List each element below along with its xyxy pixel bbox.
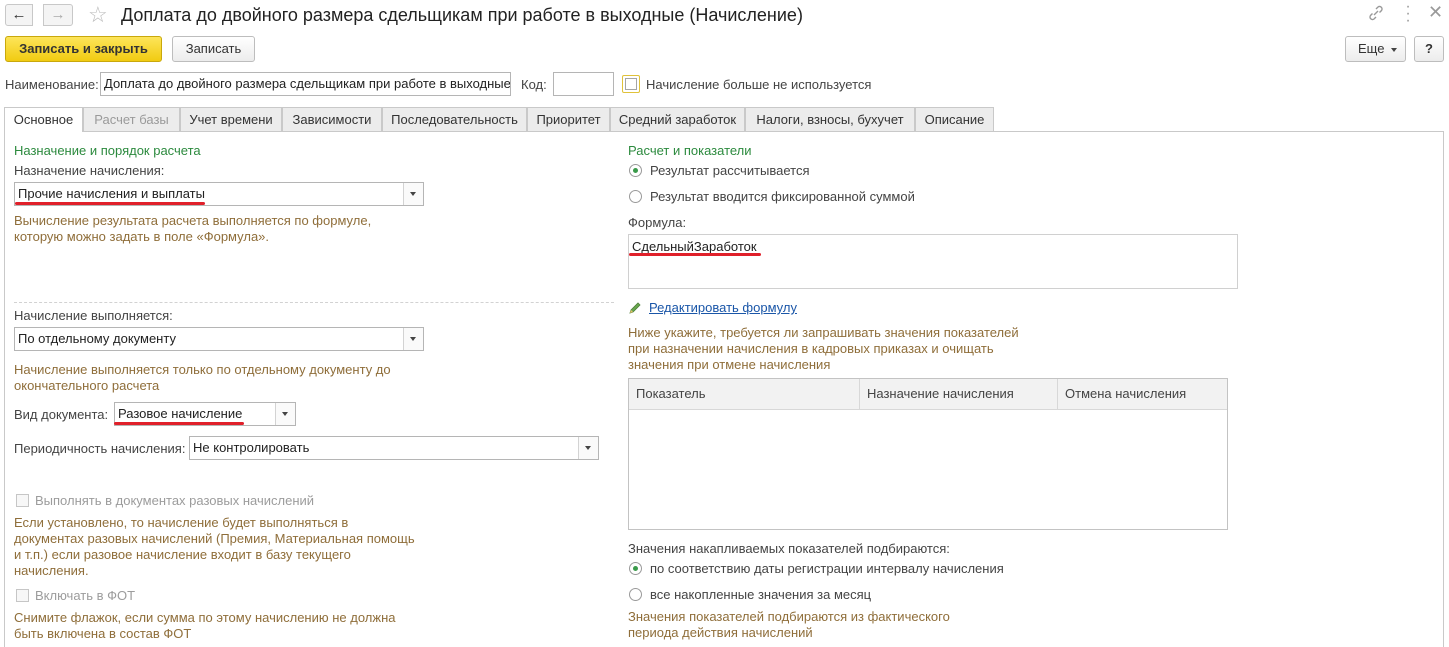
not-used-checkbox[interactable] — [622, 75, 640, 93]
edit-formula-link[interactable]: Редактировать формулу — [649, 300, 797, 315]
exec-select[interactable]: По отдельному документу — [14, 327, 424, 351]
period-value: Не контролировать — [193, 440, 310, 455]
period-label: Периодичность начисления: — [14, 441, 186, 456]
radio-fixed-label: Результат вводится фиксированной суммой — [650, 189, 915, 204]
left-section-title: Назначение и порядок расчета — [14, 143, 201, 158]
formula-field[interactable]: СдельныйЗаработок — [628, 234, 1238, 289]
window-title: Доплата до двойного размера сдельщикам п… — [121, 5, 803, 25]
chevron-down-icon — [1391, 48, 1397, 52]
radio-calculated-label: Результат рассчитывается — [650, 163, 810, 178]
not-used-label: Начисление больше не используется — [646, 77, 872, 92]
onetime-label: Выполнять в документах разовых начислени… — [35, 493, 315, 508]
code-field[interactable] — [553, 72, 614, 96]
formula-value: СдельныйЗаработок — [632, 239, 757, 254]
help-button[interactable]: ? — [1414, 36, 1444, 62]
panel-border-right — [1443, 131, 1444, 647]
tab-priority[interactable]: Приоритет — [527, 107, 610, 131]
radio-month[interactable] — [629, 588, 642, 601]
tab-dependencies[interactable]: Зависимости — [282, 107, 382, 131]
tab-average-earnings[interactable]: Средний заработок — [610, 107, 745, 131]
dropdown-arrow-icon[interactable] — [403, 183, 423, 205]
code-label: Код: — [521, 77, 547, 92]
exec-value: По отдельному документу — [18, 331, 176, 346]
doc-kind-label: Вид документа: — [14, 407, 109, 422]
tab-taxes[interactable]: Налоги, взносы, бухучет — [745, 107, 915, 131]
period-select[interactable]: Не контролировать — [189, 436, 599, 460]
tabs-baseline — [4, 131, 1444, 132]
close-icon[interactable]: ✕ — [1428, 2, 1443, 23]
back-button[interactable]: ← — [5, 4, 33, 26]
table-header-row: Показатель Назначение начисления Отмена … — [629, 379, 1227, 410]
dropdown-arrow-icon[interactable] — [578, 437, 598, 459]
radio-interval-label: по соответствию даты регистрации интерва… — [650, 561, 1004, 576]
panel-border-left — [4, 131, 5, 647]
favorite-star-icon[interactable]: ☆ — [88, 2, 108, 28]
tab-description[interactable]: Описание — [915, 107, 994, 131]
radio-month-label: все накопленные значения за месяц — [650, 587, 872, 602]
forward-button[interactable]: → — [43, 4, 73, 26]
tab-time-tracking[interactable]: Учет времени — [180, 107, 282, 131]
purpose-value: Прочие начисления и выплаты — [18, 186, 205, 201]
onetime-checkbox[interactable] — [16, 494, 29, 507]
table-header-cancel[interactable]: Отмена начисления — [1058, 379, 1227, 409]
indicators-table[interactable]: Показатель Назначение начисления Отмена … — [628, 378, 1228, 530]
radio-calculated[interactable] — [629, 164, 642, 177]
purpose-label: Назначение начисления: — [14, 163, 165, 178]
right-section-title: Расчет и показатели — [628, 143, 752, 158]
dropdown-arrow-icon[interactable] — [403, 328, 423, 350]
table-header-indicator[interactable]: Показатель — [629, 379, 860, 409]
radio-fixed[interactable] — [629, 190, 642, 203]
more-label: Еще — [1358, 41, 1385, 56]
more-button[interactable]: Еще — [1345, 36, 1406, 62]
onetime-hint: Если установлено, то начисление будет вы… — [14, 515, 415, 578]
fot-checkbox[interactable] — [16, 589, 29, 602]
doc-kind-value: Разовое начисление — [118, 406, 243, 421]
more-dots-icon[interactable]: · · · — [1405, 0, 1411, 29]
fot-hint: Снимите флажок, если сумма по этому начи… — [14, 610, 396, 641]
accum-label: Значения накапливаемых показателей подби… — [628, 541, 950, 556]
save-and-close-button[interactable]: Записать и закрыть — [5, 36, 162, 62]
table-header-assign[interactable]: Назначение начисления — [860, 379, 1058, 409]
pencil-icon — [628, 301, 642, 315]
purpose-hint: Вычисление результата расчета выполняетс… — [14, 213, 372, 244]
name-field[interactable]: Доплата до двойного размера сдельщикам п… — [100, 72, 511, 96]
radio-interval[interactable] — [629, 562, 642, 575]
annotation-underline — [114, 422, 244, 425]
annotation-underline — [629, 253, 761, 256]
section-divider — [14, 302, 614, 303]
accum-hint: Значения показателей подбираются из факт… — [628, 609, 950, 640]
formula-label: Формула: — [628, 215, 687, 230]
indicators-hint: Ниже укажите, требуется ли запрашивать з… — [628, 325, 1019, 372]
tab-main[interactable]: Основное — [4, 107, 83, 132]
tab-sequence[interactable]: Последовательность — [382, 107, 527, 131]
exec-label: Начисление выполняется: — [14, 308, 173, 323]
annotation-underline — [15, 202, 205, 205]
name-label: Наименование: — [5, 77, 99, 92]
dropdown-arrow-icon[interactable] — [275, 403, 295, 425]
tab-base-calc[interactable]: Расчет базы — [83, 107, 180, 131]
exec-hint: Начисление выполняется только по отдельн… — [14, 362, 391, 393]
save-button[interactable]: Записать — [172, 36, 255, 62]
link-icon[interactable] — [1367, 4, 1385, 22]
fot-label: Включать в ФОТ — [35, 588, 136, 603]
